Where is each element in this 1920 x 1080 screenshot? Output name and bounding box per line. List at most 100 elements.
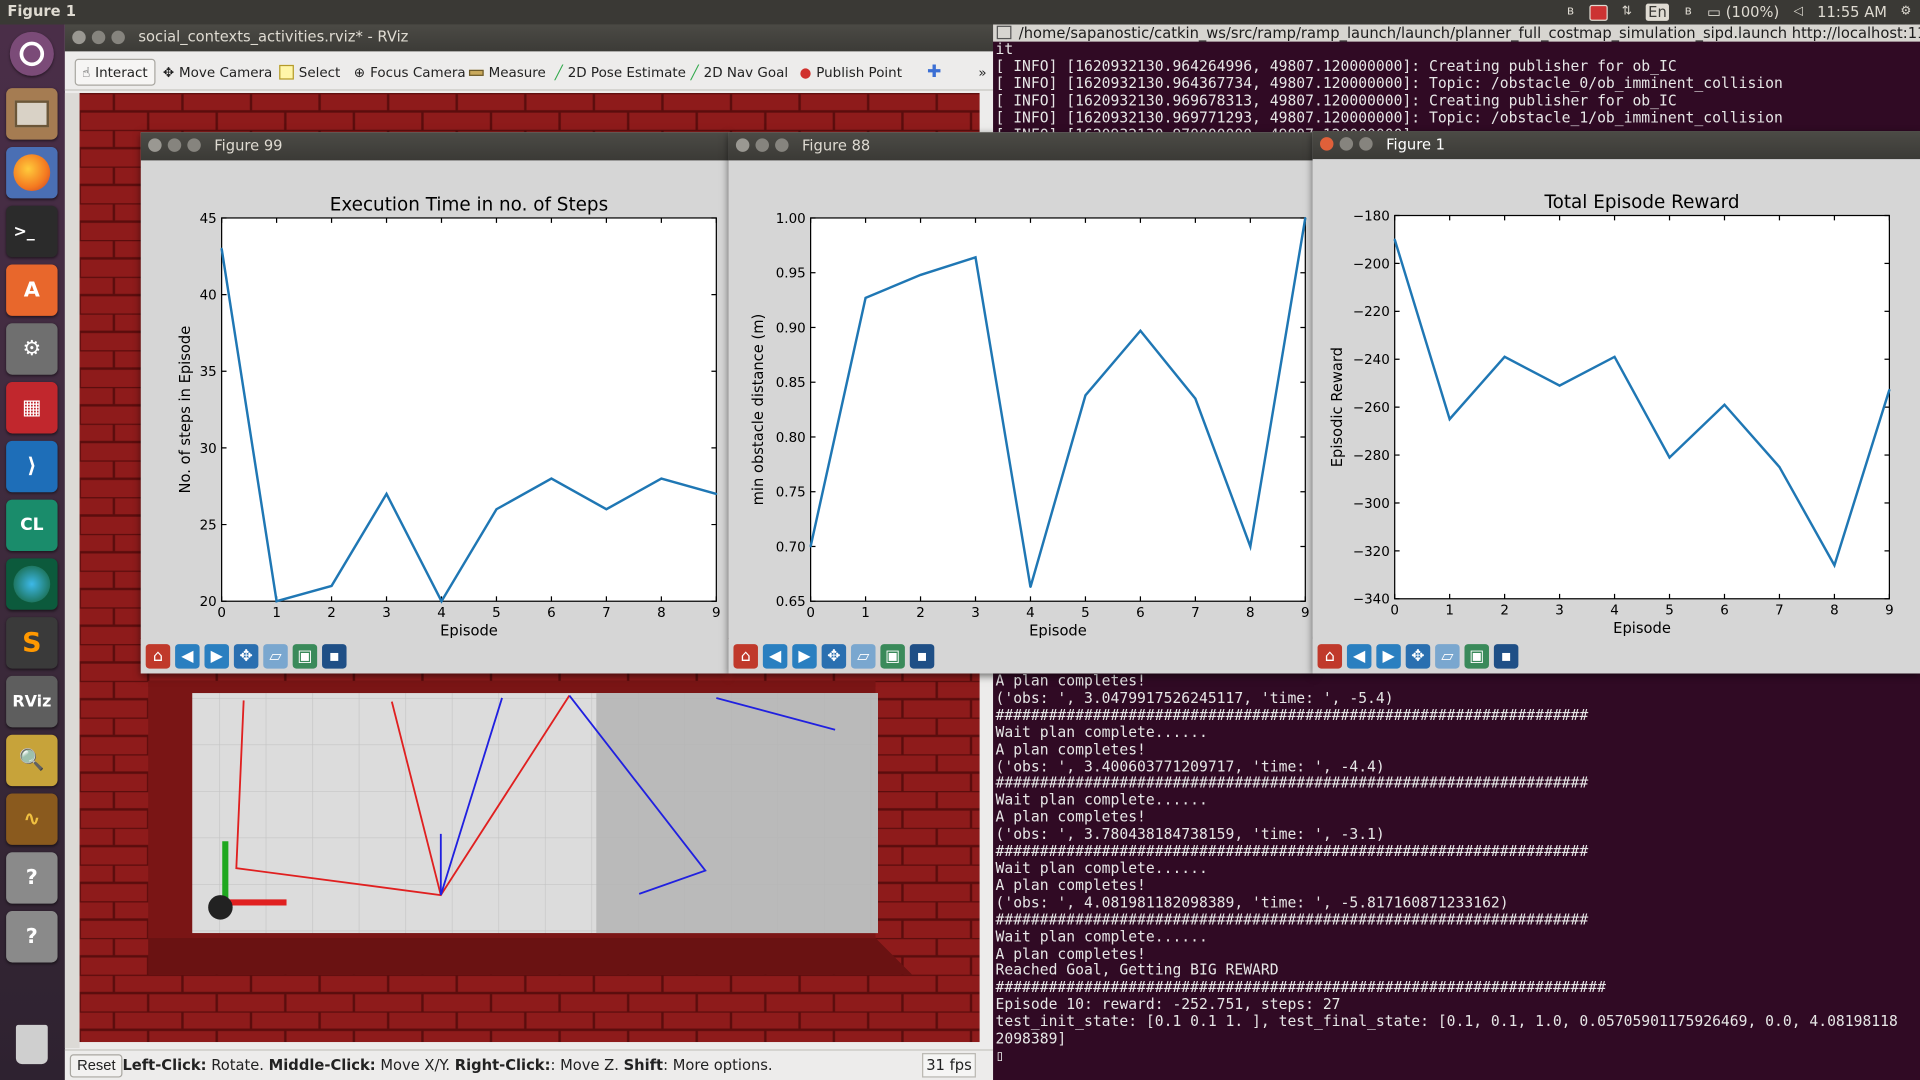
software-center-icon[interactable]: A bbox=[6, 264, 58, 316]
firefox-icon[interactable] bbox=[6, 146, 58, 199]
forward-icon[interactable]: ▶ bbox=[792, 644, 817, 669]
min-obstacle-distance-chart[interactable]: 0 1 2 3 4 5 6 7 8 9 0.65 0.70 0.75 0.80 0.85 0.90 0.95 1.… bbox=[728, 160, 1314, 638]
sublime-text-icon[interactable]: S bbox=[6, 617, 58, 669]
terminal-line: Reached Goal, Getting BIG REWARD bbox=[995, 961, 1279, 979]
network-icon[interactable]: ⇅ bbox=[1618, 4, 1636, 20]
figure-titlebar[interactable]: Figure 1 bbox=[1312, 131, 1920, 160]
add-tool-button[interactable]: ✚ bbox=[927, 59, 941, 86]
close-button[interactable] bbox=[148, 138, 162, 152]
maximize-button[interactable] bbox=[775, 138, 789, 152]
figure-titlebar[interactable]: Figure 88 bbox=[728, 132, 1314, 161]
subplots-icon[interactable]: ▣ bbox=[1464, 644, 1489, 669]
maximize-button[interactable] bbox=[111, 30, 125, 45]
system-settings-icon[interactable]: ⚙ bbox=[6, 323, 58, 375]
pan-icon[interactable]: ✥ bbox=[1405, 644, 1431, 669]
volume-icon[interactable]: ◁ bbox=[1789, 4, 1807, 20]
data-point bbox=[1084, 394, 1087, 397]
chart-title: Total Episode Reward bbox=[1544, 192, 1740, 213]
save-icon[interactable]: ▪ bbox=[1493, 644, 1519, 669]
x-tick-label: 6 bbox=[547, 606, 556, 621]
x-tick-label: 5 bbox=[1081, 606, 1090, 621]
maximize-button[interactable] bbox=[1359, 137, 1373, 151]
tool-measure[interactable]: Measure bbox=[468, 59, 546, 86]
pan-icon[interactable]: ✥ bbox=[821, 644, 847, 669]
forward-icon[interactable]: ▶ bbox=[204, 644, 229, 669]
window-controls bbox=[735, 138, 789, 152]
tool-select[interactable]: Select bbox=[279, 59, 340, 86]
figure-titlebar[interactable]: Figure 99 bbox=[140, 132, 729, 161]
terminal-line: ########################################… bbox=[995, 774, 1589, 792]
tool-focus-camera[interactable]: ⊕ Focus Camera bbox=[354, 59, 466, 86]
clock[interactable]: 11:55 AM bbox=[1817, 4, 1887, 21]
x-tick-label: 1 bbox=[1445, 604, 1454, 619]
rviz-icon[interactable]: RViz bbox=[6, 675, 58, 728]
trash-icon[interactable] bbox=[6, 1019, 57, 1070]
pan-icon[interactable]: ✥ bbox=[233, 644, 259, 669]
minimize-button[interactable] bbox=[1339, 137, 1354, 151]
y-tick-label: 0.95 bbox=[776, 267, 806, 282]
figure-title: Figure 1 bbox=[1386, 135, 1446, 154]
pose-arrow-icon: ╱ bbox=[554, 64, 563, 81]
bluetooth-icon[interactable]: ʙ bbox=[1679, 4, 1697, 20]
subplots-icon[interactable]: ▣ bbox=[880, 644, 905, 669]
window-controls bbox=[148, 138, 201, 152]
back-icon[interactable]: ◀ bbox=[1346, 644, 1372, 669]
clion-icon[interactable]: CL bbox=[6, 499, 58, 552]
keyboard-layout-indicator[interactable]: En bbox=[1645, 3, 1670, 21]
terminal-line: ########################################… bbox=[995, 706, 1589, 724]
close-button[interactable] bbox=[735, 138, 750, 152]
forward-icon[interactable]: ▶ bbox=[1376, 644, 1401, 669]
maximize-button[interactable] bbox=[187, 138, 201, 152]
subplots-icon[interactable]: ▣ bbox=[292, 644, 318, 669]
battery-indicator[interactable]: ▭ (100%) bbox=[1707, 4, 1779, 21]
save-icon[interactable]: ▪ bbox=[322, 644, 347, 669]
tool-publish-point[interactable]: ● Publish Point bbox=[800, 59, 902, 86]
data-point bbox=[1249, 545, 1252, 548]
oscilloscope-icon[interactable]: ∿ bbox=[6, 793, 58, 845]
unknown-app-icon[interactable]: ? bbox=[6, 911, 58, 963]
record-icon[interactable] bbox=[1589, 4, 1608, 21]
episode-reward-chart[interactable]: Total Episode Reward 0 1 2 3 4 5 6 7 8 9 −340 −320 −3… bbox=[1312, 159, 1920, 637]
back-icon[interactable]: ◀ bbox=[762, 644, 788, 669]
tool-interact[interactable]: ☝ Interact bbox=[74, 58, 156, 86]
desktop-screen: Figure 1 ʙ ⇅ En ʙ ▭ (100%) ◁ 11:55 AM ⚙ … bbox=[0, 0, 1920, 1080]
back-icon[interactable]: ◀ bbox=[175, 644, 200, 669]
plus-icon: ✚ bbox=[926, 62, 942, 83]
unknown-app-icon[interactable]: ? bbox=[6, 852, 58, 904]
close-button[interactable] bbox=[72, 30, 86, 45]
tool-move-camera[interactable]: ✥ Move Camera bbox=[163, 59, 272, 86]
home-icon[interactable]: ⌂ bbox=[733, 644, 758, 669]
x-tick-label: 4 bbox=[437, 606, 446, 621]
data-point bbox=[1668, 456, 1671, 459]
zoom-icon[interactable]: ▱ bbox=[263, 644, 288, 669]
toolbar-overflow-button[interactable]: » bbox=[978, 59, 986, 86]
home-icon[interactable]: ⌂ bbox=[1317, 644, 1343, 669]
image-viewer-icon[interactable]: 🔍 bbox=[6, 734, 58, 787]
minimize-button[interactable] bbox=[167, 138, 182, 152]
zoom-icon[interactable]: ▱ bbox=[1435, 644, 1460, 669]
bluetooth-icon[interactable]: ʙ bbox=[1561, 4, 1579, 20]
save-icon[interactable]: ▪ bbox=[909, 644, 935, 669]
vs-code-icon[interactable]: ⟩ bbox=[6, 440, 58, 493]
execution-time-chart[interactable]: Execution Time in no. of Steps0 1 2 3 4 5 6 7 8 9… bbox=[140, 160, 729, 638]
gear-icon[interactable]: ⚙ bbox=[1897, 4, 1915, 20]
minimize-button[interactable] bbox=[91, 30, 106, 45]
terminal-icon[interactable]: >_ bbox=[6, 205, 58, 258]
files-icon[interactable] bbox=[6, 88, 58, 140]
close-button[interactable] bbox=[1320, 137, 1334, 151]
home-icon[interactable]: ⌂ bbox=[145, 644, 171, 669]
tool-2d-pose-estimate[interactable]: ╱ 2D Pose Estimate bbox=[555, 59, 686, 86]
side-panel-splitter[interactable] bbox=[64, 93, 80, 1049]
globe-app-icon[interactable] bbox=[6, 558, 58, 610]
terminal-titlebar[interactable]: /home/sapanostic/catkin_ws/src/ramp/ramp… bbox=[993, 24, 1920, 42]
minimize-button[interactable] bbox=[755, 138, 769, 152]
reset-button[interactable]: Reset bbox=[69, 1054, 123, 1078]
zoom-icon[interactable]: ▱ bbox=[851, 644, 876, 669]
x-tick-label: 6 bbox=[1136, 606, 1145, 621]
rviz-titlebar[interactable]: social_contexts_activities.rviz* - RViz bbox=[64, 24, 996, 52]
tool-2d-nav-goal[interactable]: ╱ 2D Nav Goal bbox=[691, 59, 789, 86]
workspace-switcher-icon[interactable]: ▦ bbox=[6, 382, 58, 434]
dash-home-icon[interactable] bbox=[9, 31, 54, 76]
y-tick-label: 35 bbox=[200, 365, 217, 380]
x-tick-label: 2 bbox=[916, 606, 925, 621]
